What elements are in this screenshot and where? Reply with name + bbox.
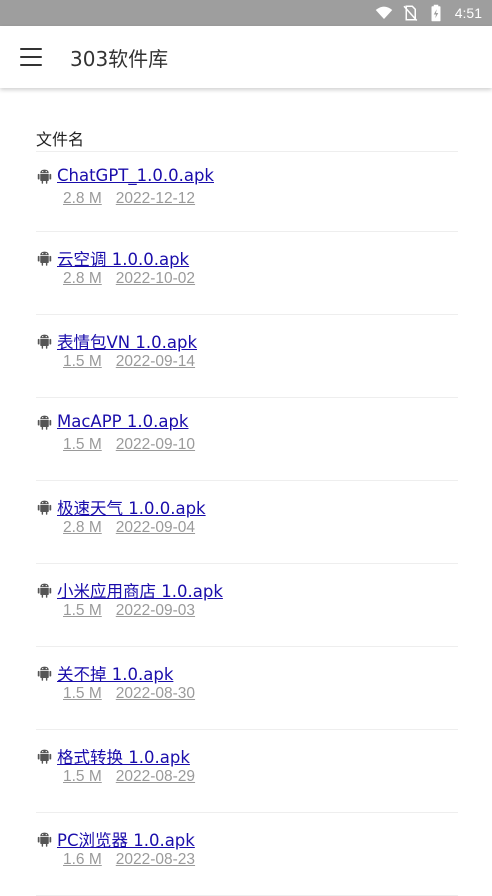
- file-size[interactable]: 2.8 M: [63, 190, 102, 208]
- file-size[interactable]: 2.8 M: [63, 519, 102, 537]
- app-bar: 303软件库: [0, 26, 492, 88]
- status-time: 4:51: [454, 5, 482, 21]
- file-link[interactable]: ChatGPT_1.0.0.apk: [57, 166, 214, 185]
- file-size[interactable]: 1.5 M: [63, 768, 102, 786]
- android-icon: [36, 830, 53, 848]
- wifi-icon: [375, 6, 392, 19]
- android-icon: [36, 498, 53, 516]
- file-link[interactable]: 云空调 1.0.0.apk: [57, 246, 189, 270]
- file-link[interactable]: 关不掉 1.0.apk: [57, 661, 173, 685]
- file-size[interactable]: 1.5 M: [63, 685, 102, 703]
- file-meta: 1.6 M 2022-08-23: [63, 851, 195, 869]
- file-link[interactable]: 极速天气 1.0.0.apk: [57, 495, 206, 519]
- file-row: 云空调 1.0.0.apk: [36, 246, 189, 270]
- file-meta: 1.5 M 2022-09-03: [63, 602, 195, 620]
- file-meta: 2.8 M 2022-12-12: [63, 190, 195, 208]
- file-row: 关不掉 1.0.apk: [36, 661, 173, 685]
- file-meta: 2.8 M 2022-09-04: [63, 519, 195, 537]
- file-row: PC浏览器 1.0.apk: [36, 827, 195, 851]
- hamburger-menu-icon[interactable]: [20, 48, 42, 66]
- list-item: 极速天气 1.0.0.apk 2.8 M 2022-09-04: [36, 481, 458, 564]
- file-date[interactable]: 2022-09-14: [116, 353, 195, 371]
- file-list: 文件名 ChatGPT_1.0.0.apk 2.8 M 2022-12-12 云…: [36, 128, 458, 896]
- android-icon: [36, 664, 53, 682]
- file-date[interactable]: 2022-08-30: [116, 685, 195, 703]
- list-item: MacAPP 1.0.apk 1.5 M 2022-09-10: [36, 398, 458, 481]
- file-row: ChatGPT_1.0.0.apk: [36, 166, 214, 185]
- file-meta: 1.5 M 2022-08-30: [63, 685, 195, 703]
- file-date[interactable]: 2022-08-29: [116, 768, 195, 786]
- file-row: 极速天气 1.0.0.apk: [36, 495, 206, 519]
- file-link[interactable]: 格式转换 1.0.apk: [57, 744, 190, 768]
- android-icon: [36, 747, 53, 765]
- status-bar: 4:51: [0, 0, 492, 26]
- file-size[interactable]: 1.5 M: [63, 353, 102, 371]
- file-link[interactable]: 表情包VN 1.0.apk: [57, 329, 197, 353]
- list-item: ChatGPT_1.0.0.apk 2.8 M 2022-12-12: [36, 152, 458, 232]
- file-date[interactable]: 2022-09-10: [116, 436, 195, 454]
- file-row: 小米应用商店 1.0.apk: [36, 578, 223, 602]
- file-meta: 1.5 M 2022-09-10: [63, 436, 195, 454]
- list-header: 文件名: [36, 128, 458, 152]
- file-size[interactable]: 1.6 M: [63, 851, 102, 869]
- file-meta: 1.5 M 2022-08-29: [63, 768, 195, 786]
- file-link[interactable]: MacAPP 1.0.apk: [57, 412, 188, 431]
- file-meta: 2.8 M 2022-10-02: [63, 270, 195, 288]
- file-date[interactable]: 2022-09-04: [116, 519, 195, 537]
- no-sim-icon: [403, 5, 418, 22]
- android-icon: [36, 581, 53, 599]
- file-row: 格式转换 1.0.apk: [36, 744, 190, 768]
- file-meta: 1.5 M 2022-09-14: [63, 353, 195, 371]
- android-icon: [36, 167, 53, 185]
- file-row: 表情包VN 1.0.apk: [36, 329, 197, 353]
- file-date[interactable]: 2022-08-23: [116, 851, 195, 869]
- file-date[interactable]: 2022-12-12: [116, 190, 195, 208]
- file-row: MacAPP 1.0.apk: [36, 412, 188, 431]
- battery-icon: [431, 4, 441, 22]
- list-item: 小米应用商店 1.0.apk 1.5 M 2022-09-03: [36, 564, 458, 647]
- file-date[interactable]: 2022-10-02: [116, 270, 195, 288]
- list-item: 云空调 1.0.0.apk 2.8 M 2022-10-02: [36, 232, 458, 315]
- file-date[interactable]: 2022-09-03: [116, 602, 195, 620]
- file-size[interactable]: 1.5 M: [63, 436, 102, 454]
- file-link[interactable]: PC浏览器 1.0.apk: [57, 827, 195, 851]
- list-item: 关不掉 1.0.apk 1.5 M 2022-08-30: [36, 647, 458, 730]
- list-item: PC浏览器 1.0.apk 1.6 M 2022-08-23: [36, 813, 458, 896]
- file-size[interactable]: 1.5 M: [63, 602, 102, 620]
- android-icon: [36, 332, 53, 350]
- file-items: ChatGPT_1.0.0.apk 2.8 M 2022-12-12 云空调 1…: [36, 152, 458, 896]
- list-item: 格式转换 1.0.apk 1.5 M 2022-08-29: [36, 730, 458, 813]
- file-link[interactable]: 小米应用商店 1.0.apk: [57, 578, 223, 602]
- android-icon: [36, 413, 53, 431]
- list-item: 表情包VN 1.0.apk 1.5 M 2022-09-14: [36, 315, 458, 398]
- app-title: 303软件库: [70, 46, 169, 71]
- android-icon: [36, 249, 53, 267]
- file-size[interactable]: 2.8 M: [63, 270, 102, 288]
